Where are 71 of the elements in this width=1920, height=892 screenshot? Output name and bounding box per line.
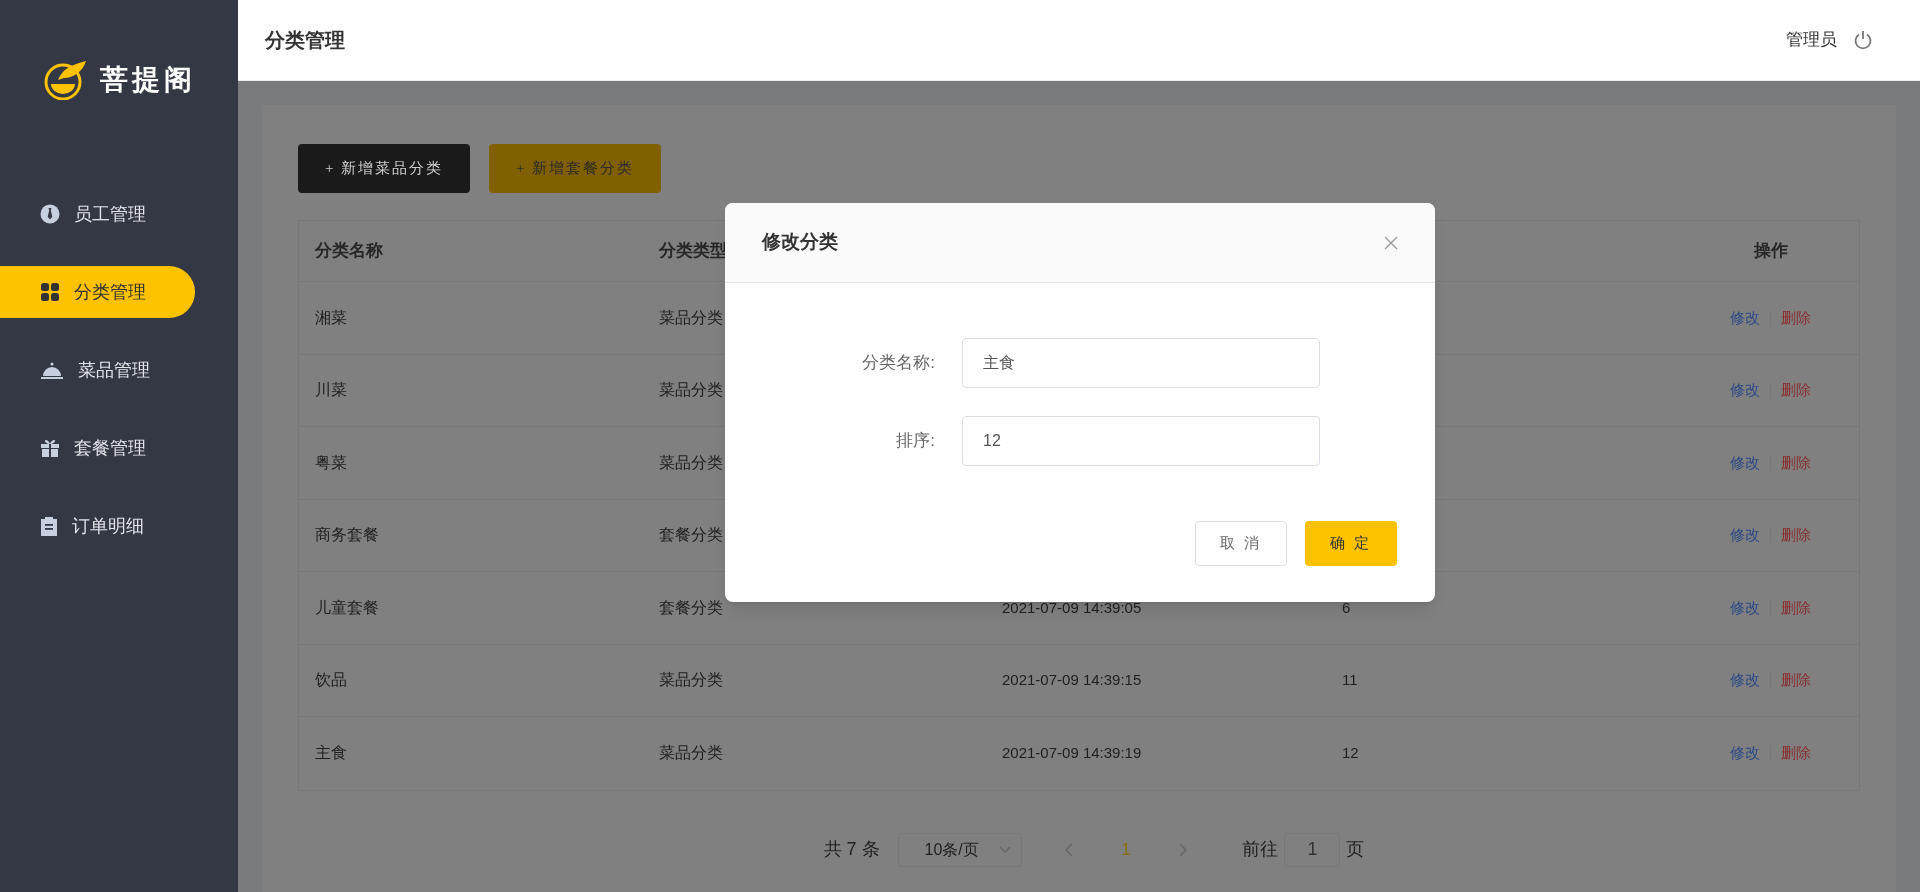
table-cell-text: 湘菜 <box>314 307 347 328</box>
table-cell-text: 儿童套餐 <box>314 597 379 618</box>
goto-suffix: 页 <box>1346 838 1365 861</box>
add-category-button[interactable]: + 新增菜品分类 <box>298 144 470 193</box>
text-field[interactable]: 主食 <box>962 338 1320 388</box>
power-icon[interactable] <box>1853 30 1873 50</box>
clipboard-icon <box>40 516 58 536</box>
table-cell-text: 饮品 <box>314 670 347 691</box>
caret-icon <box>998 845 1011 854</box>
sidebar-item[interactable]: 订单明细 <box>0 500 195 552</box>
delete-link[interactable]: 删除 <box>1781 669 1811 692</box>
table-cell-text: 菜品分类 <box>658 307 723 328</box>
table-cell-text: 12 <box>1341 743 1359 763</box>
edit-link[interactable]: 修改 <box>1730 451 1760 474</box>
sidebar-item[interactable]: 分类管理 <box>0 266 195 318</box>
delete-link[interactable]: 删除 <box>1781 524 1811 547</box>
table-cell-text: 商务套餐 <box>314 525 379 546</box>
user-name: 管理员 <box>1786 29 1837 52</box>
logo-text: 菩提阁 <box>100 63 196 97</box>
table-cell-text: 2021-07-09 14:39:15 <box>1001 670 1142 690</box>
delete-link[interactable]: 删除 <box>1781 306 1811 329</box>
table-cell-text: 菜品分类 <box>658 743 723 764</box>
table-cell-text: 主食 <box>314 743 347 764</box>
field-label: 排序: <box>895 430 936 453</box>
page-number[interactable]: 1 <box>1091 837 1161 862</box>
column-header: 操作 <box>1753 240 1788 263</box>
dialog-title: 修改分类 <box>762 230 838 255</box>
sidebar-item[interactable]: 员工管理 <box>0 188 195 240</box>
edit-link[interactable]: 修改 <box>1730 596 1760 619</box>
table-cell-text: 川菜 <box>314 380 347 401</box>
sidebar-item[interactable]: 套餐管理 <box>0 422 195 474</box>
table-cell-text: 6 <box>1341 597 1351 618</box>
text-field[interactable]: 12 <box>962 416 1320 466</box>
table-cell-text: 2021-07-09 14:39:19 <box>1001 743 1142 763</box>
edit-link[interactable]: 修改 <box>1730 669 1760 692</box>
grid-icon <box>40 282 60 302</box>
table-cell-text: 2021-07-09 14:39:05 <box>1001 597 1142 618</box>
table-cell-text: 粤菜 <box>314 452 347 473</box>
confirm-button[interactable]: 确 定 <box>1305 521 1397 566</box>
edit-link[interactable]: 修改 <box>1730 379 1760 402</box>
field-label: 分类名称: <box>861 352 936 375</box>
delete-link[interactable]: 删除 <box>1781 596 1811 619</box>
previous-page-icon[interactable] <box>1063 842 1074 857</box>
table-cell-text: 菜品分类 <box>658 670 723 691</box>
gift-icon <box>40 438 60 458</box>
delete-link[interactable]: 删除 <box>1781 742 1811 765</box>
goto-label: 前往 <box>1242 838 1279 861</box>
table-cell-text: 套餐分类 <box>658 525 723 546</box>
edit-link[interactable]: 修改 <box>1730 742 1760 765</box>
next-page-icon[interactable] <box>1178 842 1189 857</box>
goto-page-field[interactable]: 1 <box>1284 832 1341 867</box>
add-category-button[interactable]: + 新增套餐分类 <box>489 144 661 193</box>
column-header: 分类类型 <box>658 240 727 263</box>
table-cell-text: 套餐分类 <box>658 597 723 618</box>
edit-link[interactable]: 修改 <box>1730 524 1760 547</box>
tie-icon <box>40 204 60 224</box>
cancel-button[interactable]: 取 消 <box>1195 521 1287 566</box>
table-cell-text: 菜品分类 <box>658 452 723 473</box>
column-header: 分类名称 <box>314 240 384 263</box>
page-size-select[interactable]: 10条/页 <box>897 832 1022 867</box>
cloche-icon <box>40 360 64 380</box>
table-cell-text: 11 <box>1341 670 1358 690</box>
total-count: 共 7 条 <box>823 838 880 861</box>
page-title: 分类管理 <box>265 28 345 53</box>
close-icon[interactable] <box>1384 235 1398 250</box>
logo-icon <box>44 60 88 100</box>
table-cell-text: 菜品分类 <box>658 380 723 401</box>
sidebar-item[interactable]: 菜品管理 <box>0 344 195 396</box>
delete-link[interactable]: 删除 <box>1781 451 1811 474</box>
edit-link[interactable]: 修改 <box>1730 306 1760 329</box>
delete-link[interactable]: 删除 <box>1781 379 1811 402</box>
